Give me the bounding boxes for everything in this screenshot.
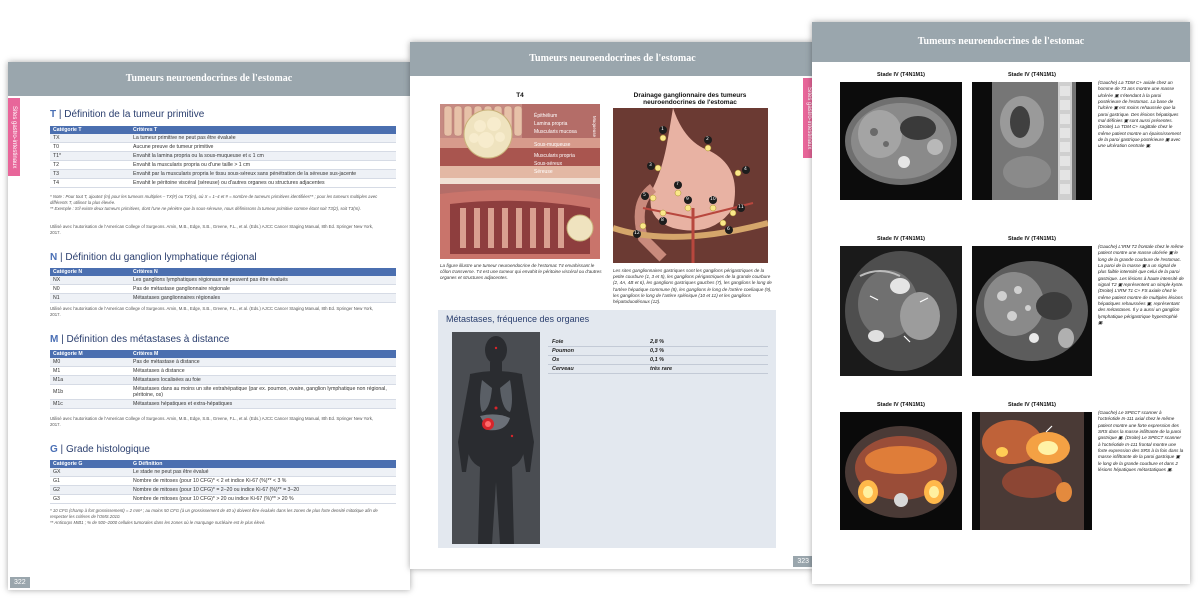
table-row: T4 Envahit le péritoine viscéral (séreuse… bbox=[50, 178, 396, 188]
m-title-text: Définition des métastases à distance bbox=[66, 334, 230, 345]
m-source: Utilisé avec l'autorisation de l'America… bbox=[50, 416, 374, 427]
table-row: M1 Métastases à distance bbox=[50, 366, 396, 376]
t-section-title: T | Définition de la tumeur primitive bbox=[50, 109, 205, 120]
metastases-title: Métastases, fréquence des organes bbox=[446, 314, 590, 324]
page-number-left: 322 bbox=[10, 577, 30, 588]
t-col-header: Catégorie T bbox=[50, 126, 130, 134]
t-notes: * Note : Pour tout T, ajoutez (m) pour l… bbox=[50, 194, 378, 211]
page-right: Tumeurs neuroendocrines de l'estomac Sta… bbox=[812, 22, 1190, 584]
m-col-header: Catégorie M bbox=[50, 350, 130, 358]
ct-sagittal-image bbox=[972, 82, 1092, 200]
table-row: T3 Envahit par la muscularis propria le t… bbox=[50, 169, 396, 179]
t-source: Utilisé avec l'autorisation de l'America… bbox=[50, 224, 374, 235]
metastases-row: Os 0,1 % bbox=[548, 356, 768, 365]
fig-drain-title: Drainage ganglionnaire des tumeurs neuro… bbox=[633, 92, 747, 106]
g-table: Catégorie GG Définition GX Le stade ne pe… bbox=[50, 460, 396, 504]
table-row: N0 Pas de métastase ganglionnaire régiona… bbox=[50, 284, 396, 294]
n-source: Utilisé avec l'autorisation de l'America… bbox=[50, 306, 374, 317]
table-row: N1 Métastases ganglionnaires régionales bbox=[50, 293, 396, 303]
n-col-header: Critères N bbox=[130, 268, 396, 276]
n-col-header: Catégorie N bbox=[50, 268, 130, 276]
m-section-title: M | Définition des métastases à distance bbox=[50, 334, 230, 345]
mri-t1-image bbox=[972, 246, 1092, 376]
g-section-title: G | Grade histologique bbox=[50, 444, 150, 455]
stade-label: Stade IV (T4N1M1) bbox=[877, 72, 925, 78]
page-right-banner: Tumeurs neuroendocrines de l'estomac bbox=[812, 22, 1190, 62]
m-table: Catégorie M Critères M M0 Pas de métastase… bbox=[50, 350, 396, 409]
mri-t2-image bbox=[840, 246, 962, 376]
table-row: T0 Aucune preuve de tumeur primitive bbox=[50, 142, 396, 152]
table-row: M1b Métastases dans au moins un site extr… bbox=[50, 384, 396, 400]
m-letter: M bbox=[50, 334, 59, 345]
table-row: NX Les ganglions lymphatiques régionaux n… bbox=[50, 276, 396, 285]
t-letter: T bbox=[50, 109, 57, 120]
spect-axial-image bbox=[840, 412, 962, 530]
ct-axial-image bbox=[840, 82, 962, 200]
fig-t4-title: T4 bbox=[516, 92, 524, 99]
stade-label: Stade IV (T4N1M1) bbox=[1008, 402, 1056, 408]
row2-caption: (Gauche) L'IRM T2 frontale chez le même … bbox=[1098, 244, 1184, 325]
table-row: T2 Envahit la muscularis propria ou d'une… bbox=[50, 160, 396, 170]
stade-label: Stade IV (T4N1M1) bbox=[1008, 72, 1056, 78]
t-table: Catégorie T Critères T TX La tumeur primit… bbox=[50, 126, 396, 188]
table-row: T1* Envahit la lamina propria ou la sous-… bbox=[50, 151, 396, 161]
g-col-header: G Définition bbox=[130, 460, 396, 468]
t-title-text: Définition de la tumeur primitive bbox=[64, 109, 205, 120]
stade-label: Stade IV (T4N1M1) bbox=[877, 236, 925, 242]
n-section-title: N | Définition du ganglion lymphatique r… bbox=[50, 252, 257, 263]
fig-t4-caption: La figure illustre une tumeur neuroendoc… bbox=[440, 263, 602, 281]
row3-caption: (Gauche) Le SPECT scanner à l'octréotide… bbox=[1098, 410, 1184, 472]
row1-caption: (Gauche) La TDM C+ axiale chez un homme … bbox=[1098, 80, 1181, 149]
stade-label: Stade IV (T4N1M1) bbox=[1008, 236, 1056, 242]
metastases-panel: Métastases, fréquence des organes Foie 2,… bbox=[438, 310, 776, 548]
n-letter: N bbox=[50, 252, 58, 263]
side-tab-left: Sites gastro-intestinaux bbox=[8, 98, 20, 176]
table-row: G2 Nombre de mitoses (pour 10 CFG)* = 2–2… bbox=[50, 485, 396, 495]
g-title-text: Grade histologique bbox=[65, 444, 150, 455]
n-title-text: Définition du ganglion lymphatique régio… bbox=[65, 252, 257, 263]
t-col-header: Critères T bbox=[130, 126, 396, 134]
page-left: Tumeurs neuroendocrines de l'estomac Sit… bbox=[8, 62, 410, 590]
metastases-row: Poumon 0,3 % bbox=[548, 347, 768, 356]
table-row: TX La tumeur primitive ne peut pas être é… bbox=[50, 134, 396, 143]
stade-label: Stade IV (T4N1M1) bbox=[877, 402, 925, 408]
g-notes: * 10 CFG (champ à fort grossissement) = … bbox=[50, 508, 378, 525]
table-row: M1c Métastases hépatiques et extra-hépati… bbox=[50, 399, 396, 409]
m-col-header: Critères M bbox=[130, 350, 396, 358]
body-figure bbox=[452, 332, 540, 544]
g-letter: G bbox=[50, 444, 58, 455]
layer-side-label: Muqueuse bbox=[592, 116, 597, 138]
layer-labels: Épithélium Lamina propria Muscularis muc… bbox=[534, 113, 577, 175]
page-middle: Tumeurs neuroendocrines de l'estomac Sit… bbox=[410, 42, 815, 569]
table-row: M0 Pas de métastase à distance bbox=[50, 358, 396, 367]
table-row: G3 Nombre de mitoses (pour 10 CFG)* > 20 … bbox=[50, 494, 396, 504]
table-row: M1a Métastases localisées au foie bbox=[50, 375, 396, 385]
spect-frontal-image bbox=[972, 412, 1092, 530]
page-number-middle: 323 bbox=[793, 556, 813, 567]
g-col-header: Catégorie G bbox=[50, 460, 130, 468]
page-middle-banner: Tumeurs neuroendocrines de l'estomac bbox=[410, 42, 815, 76]
metastases-row: Foie 2,8 % bbox=[548, 338, 768, 347]
node-number-labels: 1 2 3 4 5 6 7 8 9 10 11 12 bbox=[634, 127, 747, 236]
fig-drain-caption: Les sites ganglionnaires gastriques sont… bbox=[613, 268, 772, 304]
metastases-row: Cerveau très rare bbox=[548, 365, 768, 374]
table-row: G1 Nombre de mitoses (pour 10 CFG)* < 2 e… bbox=[50, 476, 396, 486]
page-left-banner: Tumeurs neuroendocrines de l'estomac bbox=[8, 62, 410, 96]
metastases-table: Foie 2,8 % Poumon 0,3 % Os 0,1 % Cerveau trè… bbox=[548, 338, 768, 374]
table-row: GX Le stade ne peut pas être évalué bbox=[50, 468, 396, 477]
n-table: Catégorie N Critères N NX Les ganglions ly… bbox=[50, 268, 396, 303]
